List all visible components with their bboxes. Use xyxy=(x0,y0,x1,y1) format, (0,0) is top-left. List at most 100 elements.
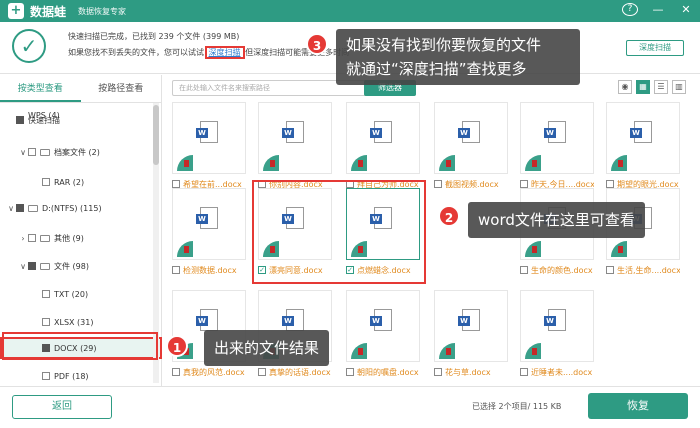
tree-item[interactable]: ∨ 档案文件 (2) xyxy=(0,141,162,163)
tree-checkbox[interactable] xyxy=(42,372,50,380)
file-checkbox[interactable] xyxy=(172,368,180,376)
tree-item[interactable]: ∨ D:(NTFS) (115) xyxy=(0,197,162,219)
back-button[interactable]: 返回 xyxy=(12,395,112,419)
file-thumbnail[interactable]: W xyxy=(520,290,594,362)
tree-item[interactable]: TXT (20) xyxy=(0,283,162,305)
file-tile[interactable]: W 截图视频.docx xyxy=(434,102,508,190)
file-tile[interactable]: W 期望的眼光.docx xyxy=(606,102,680,190)
tree-checkbox[interactable] xyxy=(28,234,36,242)
tree-item[interactable]: RAR (2) xyxy=(0,171,162,193)
preview-eye-icon[interactable]: ◉ xyxy=(618,80,632,94)
word-doc-icon: W xyxy=(282,309,304,331)
file-checkbox[interactable] xyxy=(606,266,614,274)
tree-checkbox[interactable] xyxy=(28,262,36,270)
file-thumbnail[interactable]: W xyxy=(346,290,420,362)
callout-file-results: 出来的文件结果 xyxy=(204,330,330,366)
tree-item[interactable]: › 其他 (9) xyxy=(0,227,162,249)
file-checkbox[interactable] xyxy=(346,368,354,376)
file-name: 真挚的话语.docx xyxy=(269,367,331,377)
minimize-icon[interactable]: — xyxy=(650,3,666,16)
help-icon[interactable]: ? xyxy=(622,3,638,16)
selection-info: 已选择 2个项目/ 115 KB xyxy=(472,402,562,411)
tree-item-label: PDF (18) xyxy=(54,371,89,381)
file-tile[interactable]: W 希望在前...docx xyxy=(172,102,246,190)
file-thumbnail[interactable]: W xyxy=(606,102,680,174)
tree-checkbox[interactable] xyxy=(28,148,36,156)
file-checkbox[interactable] xyxy=(434,368,442,376)
file-checkbox[interactable] xyxy=(172,180,180,188)
tree-checkbox[interactable] xyxy=(42,290,50,298)
file-checkbox[interactable] xyxy=(434,180,442,188)
tree-checkbox[interactable] xyxy=(16,204,24,212)
file-thumbnail[interactable]: W xyxy=(520,102,594,174)
grid-view-icon[interactable]: ▦ xyxy=(636,80,650,94)
word-doc-icon: W xyxy=(458,309,480,331)
file-checkbox[interactable] xyxy=(520,180,528,188)
file-name: 生命的颜色.docx xyxy=(531,265,593,275)
file-tile[interactable]: W 花与草.docx xyxy=(434,290,508,378)
tab-by-path[interactable]: 按路径查看 xyxy=(81,75,162,102)
scan-result-text: 快速扫描已完成，已找到 239 个文件 (399 MB) xyxy=(68,32,240,41)
file-tile[interactable]: W 拜自己为师.docx xyxy=(346,102,420,190)
tree-item-label: RAR (2) xyxy=(54,177,85,187)
file-name: 检测数据.docx xyxy=(183,265,237,275)
chevron-right-icon[interactable]: › xyxy=(18,234,28,243)
file-name: 生活,生命....docx xyxy=(617,265,680,275)
tree-item[interactable]: WPS (4) xyxy=(0,109,162,121)
sidebar-scroll-thumb[interactable] xyxy=(153,105,159,165)
file-checkbox[interactable] xyxy=(520,368,528,376)
file-thumbnail[interactable]: W xyxy=(434,290,508,362)
file-thumbnail[interactable]: W xyxy=(434,102,508,174)
tree-item[interactable]: PDF (18) xyxy=(0,365,162,387)
folder-icon xyxy=(28,204,38,212)
file-checkbox[interactable] xyxy=(258,368,266,376)
file-name-row: 截图视频.docx xyxy=(434,178,508,190)
deep-scan-link[interactable]: 深度扫描 xyxy=(204,46,245,59)
app-brand: 数据蛙 xyxy=(30,4,67,19)
tree-checkbox[interactable] xyxy=(42,318,50,326)
file-checkbox[interactable] xyxy=(606,180,614,188)
word-doc-icon: W xyxy=(458,121,480,143)
tree-item[interactable]: ∨ 文件 (98) xyxy=(0,255,162,277)
file-tile[interactable]: W 你别内容.docx xyxy=(258,102,332,190)
chevron-down-icon[interactable]: ∨ xyxy=(6,204,16,213)
title-bar: + 数据蛙 数据恢复专家 ? — ✕ xyxy=(0,0,700,22)
file-checkbox[interactable] xyxy=(172,266,180,274)
word-doc-icon: W xyxy=(370,309,392,331)
tab-by-type[interactable]: 按类型查看 xyxy=(0,75,81,102)
tree-item-label: 其他 (9) xyxy=(54,233,84,243)
list-view-icon[interactable]: ☰ xyxy=(654,80,668,94)
deep-scan-button[interactable]: 深度扫描 xyxy=(626,40,684,56)
callout-word-files: word文件在这里可查看 xyxy=(468,202,645,238)
file-tile[interactable]: W 昨天,今日....docx xyxy=(520,102,594,190)
detail-view-icon[interactable]: ▥ xyxy=(672,80,686,94)
deleted-badge-icon xyxy=(177,155,193,171)
tree-item[interactable]: XLSX (31) xyxy=(0,311,162,333)
file-tile[interactable]: W 近睡者未....docx xyxy=(520,290,594,378)
file-checkbox[interactable] xyxy=(520,266,528,274)
close-icon[interactable]: ✕ xyxy=(678,3,694,16)
selected-files-highlight xyxy=(252,180,426,284)
word-doc-icon: W xyxy=(544,309,566,331)
deleted-badge-icon xyxy=(525,241,541,257)
word-doc-icon: W xyxy=(544,121,566,143)
file-name-row: 朝阳的嘱盘.docx xyxy=(346,366,420,378)
deleted-badge-icon xyxy=(611,155,627,171)
file-name-row: 生活,生命....docx xyxy=(606,264,680,276)
file-name-row: 近睡者未....docx xyxy=(520,366,594,378)
chevron-down-icon[interactable]: ∨ xyxy=(18,148,28,157)
file-name-row: 生命的颜色.docx xyxy=(520,264,594,276)
chevron-down-icon[interactable]: ∨ xyxy=(18,262,28,271)
tree-item-label: 文件 (98) xyxy=(54,261,89,271)
recover-button[interactable]: 恢复 xyxy=(588,393,688,419)
file-thumbnail[interactable]: W xyxy=(172,188,246,260)
tree-checkbox[interactable] xyxy=(42,178,50,186)
file-tile[interactable]: W 检测数据.docx xyxy=(172,188,246,276)
file-thumbnail[interactable]: W xyxy=(172,102,246,174)
file-tile[interactable]: W 朝阳的嘱盘.docx xyxy=(346,290,420,378)
bottom-bar: 返回 已选择 2个项目/ 115 KB 恢复 xyxy=(0,386,700,428)
file-thumbnail[interactable]: W xyxy=(258,102,332,174)
file-thumbnail[interactable]: W xyxy=(346,102,420,174)
word-doc-icon: W xyxy=(196,207,218,229)
callout-deep-scan: 如果没有找到你要恢复的文件 就通过“深度扫描”查找更多 xyxy=(336,29,580,85)
